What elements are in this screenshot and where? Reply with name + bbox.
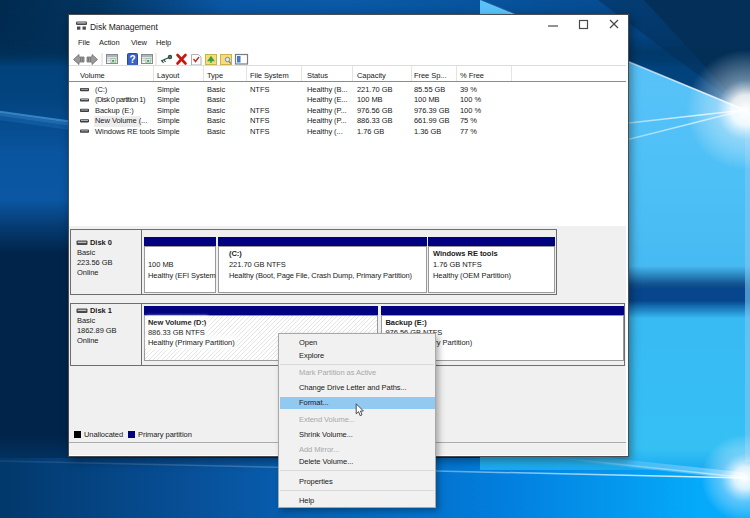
svg-text:?: ? (129, 54, 135, 65)
